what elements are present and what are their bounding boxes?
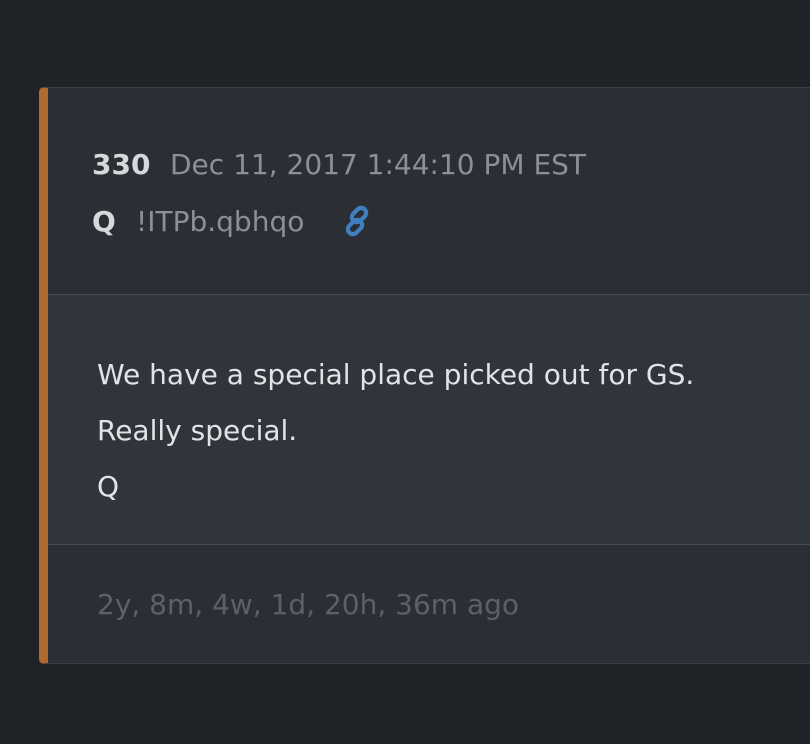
post-body-line: We have a special place picked out for G… xyxy=(97,358,695,391)
post-date: Dec 11, 2017 1:44:10 PM EST xyxy=(170,148,587,181)
link-icon[interactable] xyxy=(341,203,377,239)
tripcode: !ITPb.qbhqo xyxy=(136,205,305,238)
post-card: 330 Dec 11, 2017 1:44:10 PM EST Q !ITPb.… xyxy=(39,87,810,664)
author-name: Q xyxy=(92,205,116,238)
post-body-line: Q xyxy=(97,470,120,503)
post-number: 330 xyxy=(92,148,151,181)
post-header: 330 Dec 11, 2017 1:44:10 PM EST Q !ITPb.… xyxy=(48,88,810,294)
post-footer: 2y, 8m, 4w, 1d, 20h, 36m ago xyxy=(48,545,810,663)
time-ago: 2y, 8m, 4w, 1d, 20h, 36m ago xyxy=(97,588,520,621)
post-body: We have a special place picked out for G… xyxy=(48,295,810,544)
link-icon-graphic xyxy=(345,205,369,237)
post-body-line: Really special. xyxy=(97,414,298,447)
